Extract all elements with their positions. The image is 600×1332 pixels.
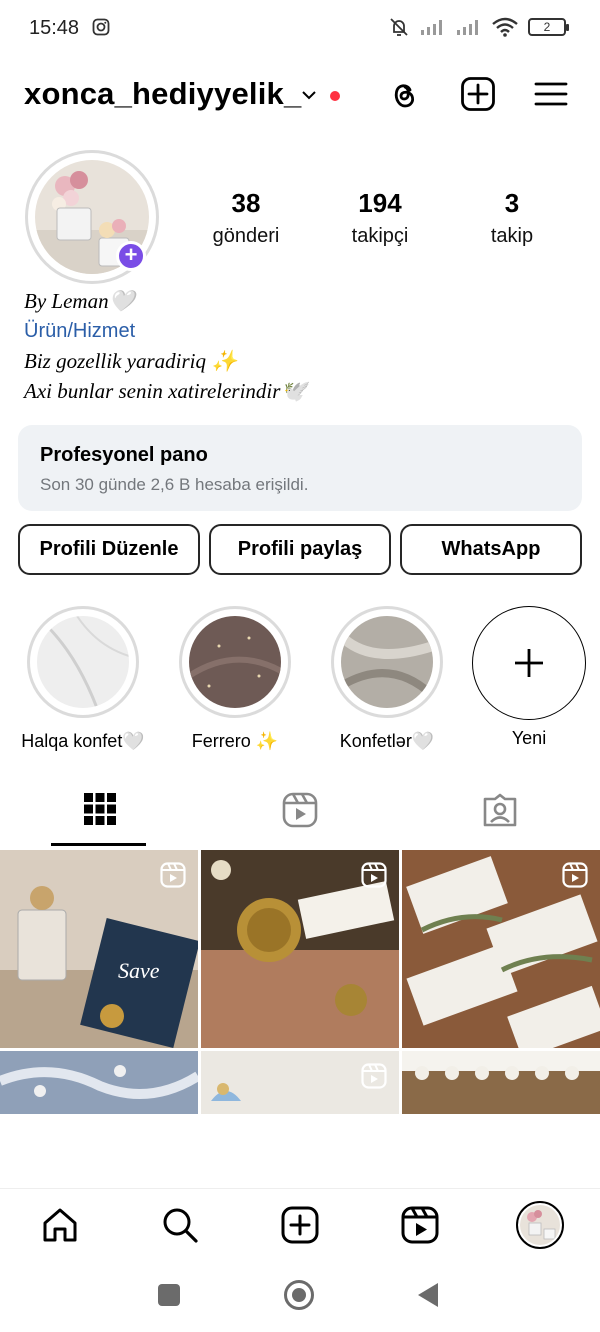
battery-level: 2 <box>543 20 551 34</box>
highlight-label: Konfetlər🤍 <box>339 731 435 751</box>
story-highlight[interactable]: Ferrero ✨ <box>160 606 310 752</box>
bio-line: Axi bunlar senin xatirelerindir🕊️ <box>24 379 307 403</box>
post-image <box>402 1051 600 1114</box>
signal-icon <box>457 20 478 35</box>
reel-badge-icon <box>361 1063 387 1089</box>
grid-post[interactable]: Save <box>0 850 198 1048</box>
stat-value: 194 <box>358 188 402 218</box>
grid-post[interactable] <box>201 1051 399 1114</box>
svg-text:Save: Save <box>118 958 160 983</box>
reel-badge-icon <box>562 862 588 888</box>
recents-square-icon[interactable] <box>158 1284 180 1306</box>
menu-icon[interactable] <box>533 76 569 112</box>
story-highlight[interactable]: Konfetlər🤍 <box>312 606 462 752</box>
grid-post[interactable] <box>201 850 399 1048</box>
stat-label: takipçi <box>351 225 409 247</box>
professional-dashboard[interactable]: Profesyonel pano Son 30 günde 2,6 B hesa… <box>18 425 582 511</box>
highlight-label: Halqa konfet🤍 <box>21 731 145 751</box>
dashboard-subtitle: Son 30 günde 2,6 B hesaba erişildi. <box>40 475 309 494</box>
reels-icon <box>282 792 318 828</box>
stat-label: takip <box>490 225 534 247</box>
system-navigation <box>0 1262 600 1332</box>
add-story-plus-icon[interactable]: + <box>116 241 146 271</box>
grid-post[interactable] <box>402 1051 600 1114</box>
posts-stat[interactable]: 38 gönderi <box>181 188 311 248</box>
post-image <box>0 1051 198 1114</box>
reel-badge-icon <box>160 862 186 888</box>
highlight-label: Ferrero ✨ <box>191 731 279 751</box>
tagged-icon <box>483 793 517 827</box>
signal-icon <box>421 20 442 35</box>
highlight-cover <box>189 616 281 708</box>
profile-tabs <box>0 780 600 846</box>
create-post-icon[interactable] <box>460 76 496 112</box>
plus-icon <box>515 649 543 677</box>
stat-value: 38 <box>231 188 261 218</box>
profile-bio: By Leman🤍 Ürün/Hizmet Biz gozellik yarad… <box>24 286 307 406</box>
new-highlight[interactable]: Yeni <box>454 606 600 749</box>
highlight-ring <box>27 606 139 718</box>
create-icon[interactable] <box>280 1205 320 1245</box>
avatar-thumbnail <box>520 1205 560 1245</box>
home-icon[interactable] <box>40 1205 80 1245</box>
highlight-label: Yeni <box>511 728 547 748</box>
notification-dot <box>330 91 340 101</box>
status-time: 15:48 <box>29 17 80 39</box>
username-switcher[interactable]: xonca_hediyyelik_ <box>24 76 301 112</box>
battery-icon: 2 <box>528 18 569 36</box>
followers-stat[interactable]: 194 takipçi <box>315 188 445 248</box>
highlight-ring <box>331 606 443 718</box>
stat-label: gönderi <box>212 225 280 247</box>
share-profile-button[interactable]: Profili paylaş <box>209 524 391 575</box>
wifi-icon <box>492 17 518 37</box>
chevron-down-icon[interactable] <box>300 86 318 104</box>
tab-reels[interactable] <box>200 780 400 846</box>
profile-actions: Profili Düzenle Profili paylaş WhatsApp <box>18 524 582 575</box>
status-icons: 2 <box>388 16 569 38</box>
bio-category[interactable]: Ürün/Hizmet <box>24 316 307 346</box>
following-stat[interactable]: 3 takip <box>447 188 577 248</box>
new-highlight-circle <box>472 606 586 720</box>
tab-tagged[interactable] <box>400 780 600 846</box>
instagram-icon <box>92 18 110 36</box>
highlight-ring <box>179 606 291 718</box>
grid-post[interactable] <box>402 850 600 1048</box>
active-tab-indicator <box>51 843 146 846</box>
reel-badge-icon <box>361 862 387 888</box>
edit-profile-button[interactable]: Profili Düzenle <box>18 524 200 575</box>
bio-name: By Leman🤍 <box>24 289 135 313</box>
grid-icon <box>84 793 116 825</box>
reels-icon[interactable] <box>400 1205 440 1245</box>
home-circle-icon[interactable] <box>284 1280 314 1310</box>
grid-post[interactable] <box>0 1051 198 1114</box>
bio-line: Biz gozellik yaradiriq ✨ <box>24 349 238 373</box>
back-triangle-icon[interactable] <box>416 1282 440 1308</box>
profile-header: xonca_hediyyelik_ <box>0 70 600 125</box>
profile-avatar[interactable] <box>516 1201 564 1249</box>
stat-value: 3 <box>504 188 520 218</box>
search-icon[interactable] <box>160 1205 200 1245</box>
story-highlight[interactable]: Halqa konfet🤍 <box>8 606 158 752</box>
whatsapp-button[interactable]: WhatsApp <box>400 524 582 575</box>
status-bar: 15:48 2 <box>0 0 600 58</box>
highlight-cover <box>341 616 433 708</box>
dashboard-title: Profesyonel pano <box>40 444 208 466</box>
bottom-navigation <box>0 1188 600 1262</box>
mute-icon <box>390 18 408 36</box>
threads-icon[interactable] <box>386 76 422 112</box>
posts-grid: Save <box>0 848 600 1114</box>
tab-grid[interactable] <box>0 780 200 846</box>
highlight-cover <box>37 616 129 708</box>
